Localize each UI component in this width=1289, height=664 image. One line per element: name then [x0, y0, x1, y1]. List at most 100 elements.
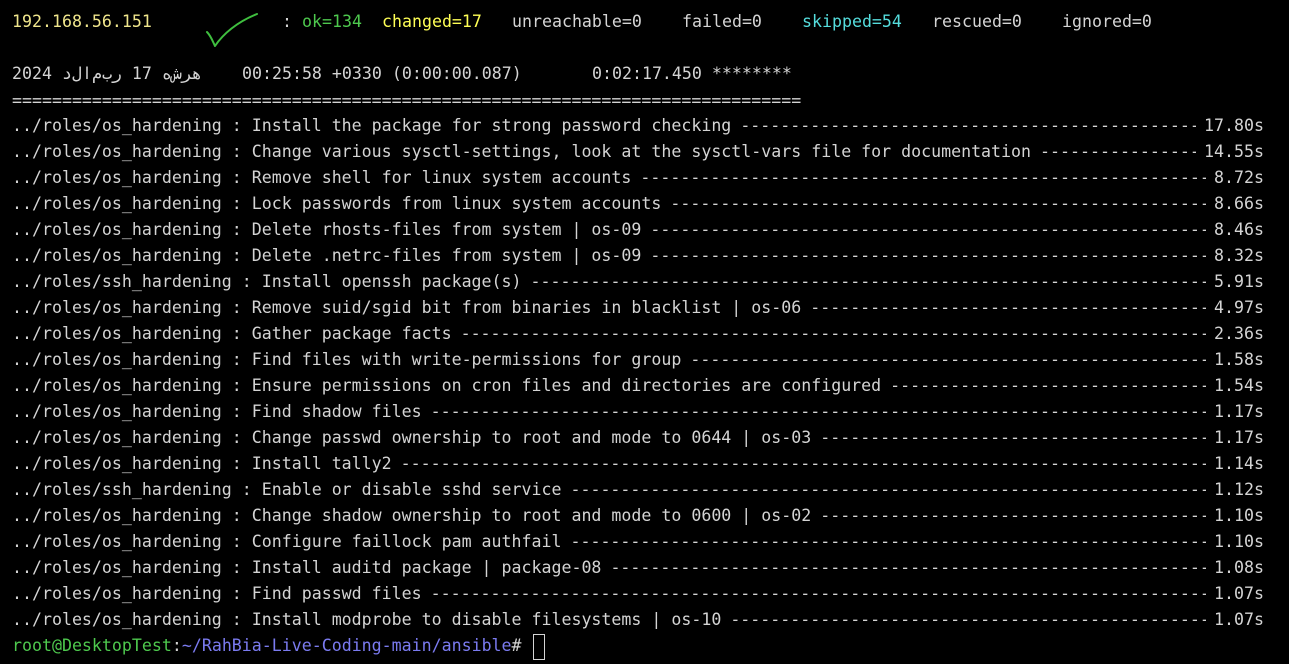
task-duration: 4.97s	[1214, 298, 1264, 317]
recap-ignored: ignored=0	[1062, 12, 1152, 31]
task-name: ../roles/os_hardening : Change various s…	[12, 142, 1032, 161]
recap-host: 192.168.56.151	[12, 12, 152, 31]
prompt-user-host: root@DesktopTest	[12, 636, 172, 655]
task-duration: 14.55s	[1204, 142, 1264, 161]
task-leader-dashes	[810, 295, 1206, 321]
task-duration: 1.10s	[1214, 506, 1264, 525]
task-row: ../roles/ssh_hardening : Enable or disab…	[12, 477, 1264, 503]
recap-changed: changed=17	[382, 12, 482, 31]
task-row: ../roles/os_hardening : Install modprobe…	[12, 607, 1264, 633]
task-row: ../roles/os_hardening : Change passwd ow…	[12, 425, 1264, 451]
task-row: ../roles/os_hardening : Install auditd p…	[12, 555, 1264, 581]
task-leader-dashes	[570, 477, 1206, 503]
task-row: ../roles/os_hardening : Install tally2 1.…	[12, 451, 1264, 477]
task-duration: 1.17s	[1214, 428, 1264, 447]
task-duration: 1.10s	[1214, 532, 1264, 551]
prompt-path: ~/RahBia-Live-Coding-main/ansible	[181, 636, 512, 655]
task-leader-dashes	[820, 503, 1206, 529]
task-name: ../roles/os_hardening : Configure faillo…	[12, 532, 562, 551]
terminal-cursor[interactable]	[533, 634, 545, 660]
task-name: ../roles/ssh_hardening : Enable or disab…	[12, 480, 562, 499]
task-duration: 8.72s	[1214, 168, 1264, 187]
task-row: ../roles/os_hardening : Delete rhosts-fi…	[12, 217, 1264, 243]
task-duration: 5.91s	[1214, 272, 1264, 291]
task-duration: 1.58s	[1214, 350, 1264, 369]
task-row: ../roles/ssh_hardening : Install openssh…	[12, 269, 1264, 295]
recap-separator: :	[282, 12, 292, 31]
task-leader-dashes	[431, 399, 1206, 425]
task-duration: 8.46s	[1214, 220, 1264, 239]
task-name: ../roles/os_hardening : Find shadow file…	[12, 402, 422, 421]
task-duration: 8.66s	[1214, 194, 1264, 213]
task-row: ../roles/os_hardening : Remove suid/sgid…	[12, 295, 1264, 321]
task-row: ../roles/os_hardening : Ensure permissio…	[12, 373, 1264, 399]
task-leader-dashes	[640, 165, 1206, 191]
task-leader-dashes	[431, 581, 1206, 607]
task-row: ../roles/os_hardening : Find shadow file…	[12, 399, 1264, 425]
task-name: ../roles/os_hardening : Install the pack…	[12, 116, 732, 135]
timing-elapsed: 0:02:17.450 ********	[592, 64, 792, 83]
recap-failed: failed=0	[682, 12, 762, 31]
task-leader-dashes	[670, 191, 1206, 217]
task-duration: 8.32s	[1214, 246, 1264, 265]
task-name: ../roles/os_hardening : Install auditd p…	[12, 558, 602, 577]
recap-skipped: skipped=54	[802, 12, 902, 31]
task-row: ../roles/os_hardening : Change shadow ow…	[12, 503, 1264, 529]
task-leader-dashes	[690, 347, 1206, 373]
task-duration: 2.36s	[1214, 324, 1264, 343]
play-recap-line: 192.168.56.151 : ok=134 changed=17 unrea…	[12, 9, 1152, 35]
task-duration: 1.54s	[1214, 376, 1264, 395]
timing-time: 00:25:58 +0330 (0:00:00.087)	[242, 64, 522, 83]
task-row: ../roles/os_hardening : Gather package f…	[12, 321, 1264, 347]
task-row: ../roles/os_hardening : Change various s…	[12, 139, 1264, 165]
task-name: ../roles/os_hardening : Delete rhosts-fi…	[12, 220, 642, 239]
task-name: ../roles/os_hardening : Change passwd ow…	[12, 428, 812, 447]
task-leader-dashes	[610, 555, 1206, 581]
task-duration: 1.07s	[1214, 584, 1264, 603]
task-leader-dashes	[461, 321, 1206, 347]
task-name: ../roles/os_hardening : Ensure permissio…	[12, 376, 882, 395]
task-leader-dashes	[890, 373, 1206, 399]
task-name: ../roles/os_hardening : Delete .netrc-fi…	[12, 246, 642, 265]
task-duration: 1.17s	[1214, 402, 1264, 421]
task-name: ../roles/os_hardening : Find files with …	[12, 350, 682, 369]
task-row: ../roles/os_hardening : Find passwd file…	[12, 581, 1264, 607]
task-row: ../roles/os_hardening : Install the pack…	[12, 113, 1264, 139]
task-name: ../roles/os_hardening : Find passwd file…	[12, 584, 422, 603]
task-name: ../roles/os_hardening : Remove shell for…	[12, 168, 632, 187]
timing-header-line: هرش‌ه 17 رب‌م‌ال‌د 2024 00:25:58 +0330 (…	[12, 61, 792, 87]
task-duration: 1.07s	[1214, 610, 1264, 629]
task-name: ../roles/os_hardening : Install modprobe…	[12, 610, 722, 629]
prompt-symbol: #	[511, 636, 522, 655]
task-row: ../roles/os_hardening : Delete .netrc-fi…	[12, 243, 1264, 269]
task-leader-dashes	[740, 113, 1196, 139]
prompt-colon: :	[171, 636, 182, 655]
task-leader-dashes	[650, 217, 1206, 243]
timing-separator: ========================================…	[12, 91, 802, 110]
task-leader-dashes	[820, 425, 1206, 451]
task-row: ../roles/os_hardening : Find files with …	[12, 347, 1264, 373]
task-name: ../roles/ssh_hardening : Install openssh…	[12, 272, 522, 291]
task-leader-dashes	[1040, 139, 1196, 165]
recap-rescued: rescued=0	[932, 12, 1022, 31]
task-duration: 17.80s	[1204, 116, 1264, 135]
task-duration: 1.08s	[1214, 558, 1264, 577]
task-leader-dashes	[401, 451, 1206, 477]
task-leader-dashes	[650, 243, 1206, 269]
task-row: ../roles/os_hardening : Lock passwords f…	[12, 191, 1264, 217]
task-name: ../roles/os_hardening : Remove suid/sgid…	[12, 298, 802, 317]
task-leader-dashes	[570, 529, 1206, 555]
task-name: ../roles/os_hardening : Lock passwords f…	[12, 194, 662, 213]
task-row: ../roles/os_hardening : Remove shell for…	[12, 165, 1264, 191]
task-name: ../roles/os_hardening : Install tally2	[12, 454, 392, 473]
task-duration: 1.14s	[1214, 454, 1264, 473]
task-duration: 1.12s	[1214, 480, 1264, 499]
checkmark-icon	[206, 13, 258, 47]
task-leader-dashes	[531, 269, 1207, 295]
shell-prompt[interactable]: root@DesktopTest:~/RahBia-Live-Coding-ma…	[12, 633, 522, 659]
task-name: ../roles/os_hardening : Gather package f…	[12, 324, 452, 343]
timing-date: هرش‌ه 17 رب‌م‌ال‌د 2024	[12, 64, 202, 83]
recap-ok: ok=134	[302, 12, 362, 31]
task-row: ../roles/os_hardening : Configure faillo…	[12, 529, 1264, 555]
recap-unreachable: unreachable=0	[512, 12, 642, 31]
